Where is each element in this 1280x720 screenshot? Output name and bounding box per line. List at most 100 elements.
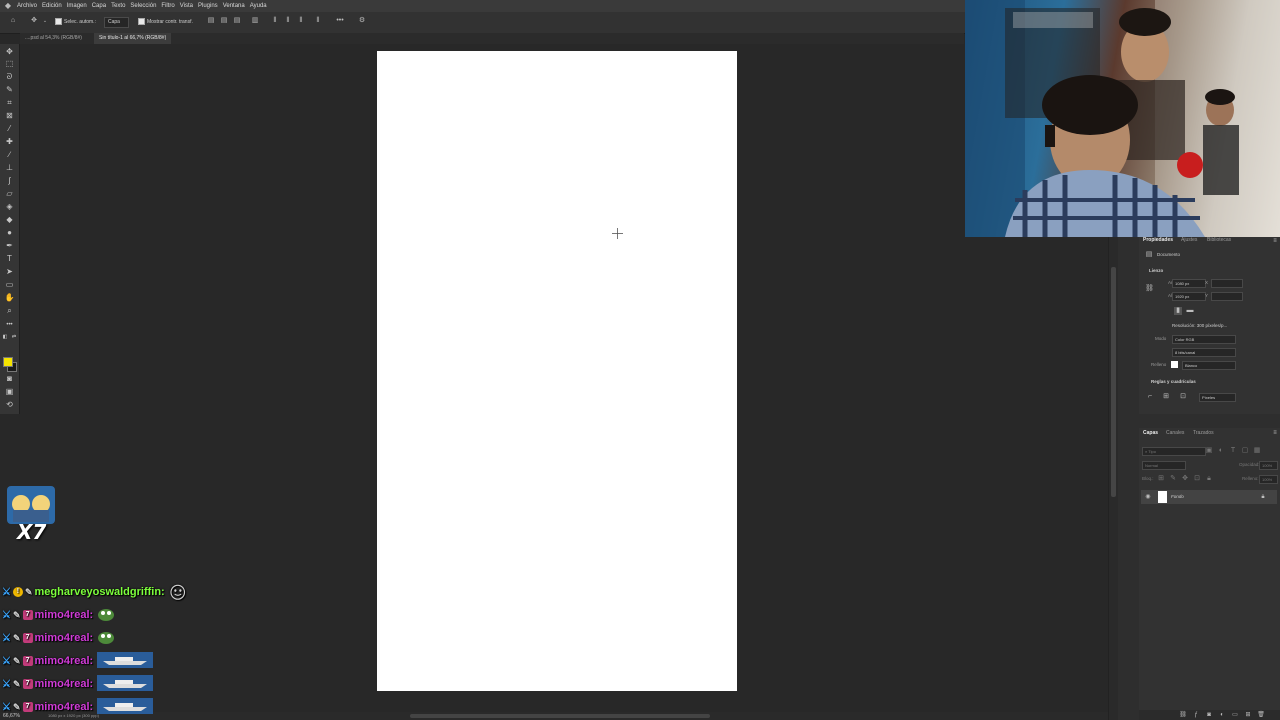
auto-select-checkbox[interactable]: Selec. autom.: xyxy=(55,16,96,28)
share-icon[interactable]: ⟲ xyxy=(3,399,16,410)
distribute-right-icon[interactable]: ⫴ xyxy=(297,17,305,25)
document-canvas[interactable] xyxy=(377,51,737,691)
align-center-icon[interactable]: ▤ xyxy=(220,17,228,25)
filter-type-icon[interactable]: T xyxy=(1229,447,1237,455)
menu-filtro[interactable]: Filtro xyxy=(161,0,174,12)
gear-icon[interactable]: ⚙ xyxy=(358,17,366,25)
new-layer-icon[interactable]: ⊞ xyxy=(1244,711,1252,719)
chat-username[interactable]: mimo4real: xyxy=(35,701,94,713)
distribute-left-icon[interactable]: ⫴ xyxy=(271,17,279,25)
tab-layers[interactable]: Capas xyxy=(1143,428,1158,438)
marquee-tool-icon[interactable]: ⬚ xyxy=(3,58,16,69)
vertical-scrollbar[interactable] xyxy=(1108,237,1118,720)
chevron-down-icon[interactable]: ⌄ xyxy=(41,17,49,25)
blend-mode-dropdown[interactable]: Normal xyxy=(1142,461,1186,470)
distribute-center-icon[interactable]: ⫴ xyxy=(284,17,292,25)
chat-username[interactable]: mimo4real: xyxy=(35,609,94,621)
chat-username[interactable]: megharveyoswaldgriffin: xyxy=(35,586,165,598)
add-mask-icon[interactable]: ◙ xyxy=(1205,711,1213,719)
filter-smart-object-icon[interactable]: ▦ xyxy=(1253,447,1261,455)
scrollbar-thumb[interactable] xyxy=(1111,267,1116,497)
auto-select-dropdown[interactable]: Capa xyxy=(104,16,129,28)
new-group-icon[interactable]: ▭ xyxy=(1231,711,1239,719)
move-tool-icon[interactable]: ✥ xyxy=(3,46,16,57)
opacity-field[interactable]: 100% xyxy=(1259,461,1278,470)
ruler-icon[interactable]: ⌐ xyxy=(1146,393,1154,401)
width-field[interactable]: 1080 px xyxy=(1172,279,1206,288)
blur-tool-icon[interactable]: ◆ xyxy=(3,214,16,225)
home-icon[interactable]: ⌂ xyxy=(9,17,17,25)
units-dropdown[interactable]: Píxeles xyxy=(1199,393,1236,402)
menu-texto[interactable]: Texto xyxy=(111,0,125,12)
path-select-tool-icon[interactable]: ➤ xyxy=(3,266,16,277)
filter-adjustment-icon[interactable]: ◐ xyxy=(1217,447,1225,455)
show-transform-checkbox[interactable]: Mostrar contr. transf. xyxy=(138,16,193,28)
guides-icon[interactable]: ⊡ xyxy=(1179,393,1187,401)
distribute-spacing-icon[interactable]: ⫴ xyxy=(314,17,322,25)
portrait-orientation-icon[interactable]: ▮ xyxy=(1174,307,1182,315)
pen-tool-icon[interactable]: ✒ xyxy=(3,240,16,251)
align-top-icon[interactable]: ▥ xyxy=(251,17,259,25)
fill-color-swatch[interactable] xyxy=(1171,361,1178,368)
paint-bucket-tool-icon[interactable]: ◈ xyxy=(3,201,16,212)
fill-dropdown[interactable]: Blanco xyxy=(1182,361,1236,370)
menu-seleccion[interactable]: Selección xyxy=(130,0,156,12)
quick-mask-icon[interactable]: ◙ xyxy=(3,373,16,384)
adjustment-layer-icon[interactable]: ◐ xyxy=(1218,711,1226,719)
tab-properties[interactable]: Propiedades xyxy=(1143,237,1173,244)
horizontal-scrollbar[interactable] xyxy=(410,714,710,718)
menu-imagen[interactable]: Imagen xyxy=(67,0,87,12)
tab-paths[interactable]: Trazados xyxy=(1193,428,1214,438)
zoom-tool-icon[interactable]: ⌕ xyxy=(3,305,16,316)
lock-all-icon[interactable]: 🔒︎ xyxy=(1205,475,1213,483)
tab-channels[interactable]: Canales xyxy=(1166,428,1184,438)
dodge-tool-icon[interactable]: ● xyxy=(3,227,16,238)
fx-icon[interactable]: ƒ xyxy=(1192,711,1200,719)
filter-pixel-icon[interactable]: ▣ xyxy=(1205,447,1213,455)
grid-icon[interactable]: ⊞ xyxy=(1162,393,1170,401)
tab-psd-document[interactable]: ....psd al 54,3% (RGB/8#) xyxy=(20,33,87,44)
more-options-icon[interactable]: ••• xyxy=(336,17,344,25)
layer-filter-search[interactable]: ⌕ Tipo xyxy=(1142,447,1206,456)
brush-tool-icon[interactable]: ∕ xyxy=(3,149,16,160)
landscape-orientation-icon[interactable]: ▬ xyxy=(1186,307,1194,315)
tab-libraries[interactable]: Bibliotecas xyxy=(1207,237,1231,244)
history-brush-tool-icon[interactable]: ∫ xyxy=(3,175,16,186)
menu-ayuda[interactable]: Ayuda xyxy=(250,0,267,12)
eyedropper-tool-icon[interactable]: ⁄ xyxy=(3,123,16,134)
link-layers-icon[interactable]: ⛓ xyxy=(1179,711,1187,719)
chat-username[interactable]: mimo4real: xyxy=(35,632,94,644)
stamp-tool-icon[interactable]: ⊥ xyxy=(3,162,16,173)
eraser-tool-icon[interactable]: ▱ xyxy=(3,188,16,199)
lock-pixels-icon[interactable]: ✎ xyxy=(1169,475,1177,483)
layer-row-background[interactable]: ◉ Fondo 🔒︎ xyxy=(1141,490,1277,504)
chat-username[interactable]: mimo4real: xyxy=(35,678,94,690)
hand-tool-icon[interactable]: ✋ xyxy=(3,292,16,303)
eye-visibility-icon[interactable]: ◉ xyxy=(1144,493,1152,501)
panel-menu-icon[interactable]: ≡ xyxy=(1271,237,1279,245)
menu-ventana[interactable]: Ventana xyxy=(223,0,245,12)
layer-name[interactable]: Fondo xyxy=(1171,494,1184,500)
lock-position-icon[interactable]: ✥ xyxy=(1181,475,1189,483)
healing-brush-tool-icon[interactable]: ✚ xyxy=(3,136,16,147)
height-field[interactable]: 1920 px xyxy=(1172,292,1206,301)
frame-tool-icon[interactable]: ⊠ xyxy=(3,110,16,121)
align-left-icon[interactable]: ▤ xyxy=(207,17,215,25)
lasso-tool-icon[interactable]: ᘐ xyxy=(3,71,16,82)
trash-icon[interactable]: 🗑︎ xyxy=(1257,711,1265,719)
bit-depth-dropdown[interactable]: 8 bits/canal xyxy=(1172,348,1236,357)
tab-untitled-document[interactable]: Sin título-1 al 66,7% (RGB/8#) xyxy=(94,33,172,44)
type-tool-icon[interactable]: T xyxy=(3,253,16,264)
crop-tool-icon[interactable]: ⌗ xyxy=(3,97,16,108)
menu-edicion[interactable]: Edición xyxy=(42,0,62,12)
move-tool-icon[interactable]: ✥ xyxy=(30,17,38,25)
menu-capa[interactable]: Capa xyxy=(92,0,106,12)
link-icon[interactable]: ⛓ xyxy=(1145,285,1154,293)
menu-plugins[interactable]: Plugins xyxy=(198,0,218,12)
chat-username[interactable]: mimo4real: xyxy=(35,655,94,667)
foreground-color-swatch[interactable] xyxy=(3,357,13,367)
menu-archivo[interactable]: Archivo xyxy=(17,0,37,12)
mode-dropdown[interactable]: Color RGB xyxy=(1172,335,1236,344)
x-field[interactable] xyxy=(1211,279,1243,288)
more-tools-icon[interactable]: ••• xyxy=(3,320,16,331)
